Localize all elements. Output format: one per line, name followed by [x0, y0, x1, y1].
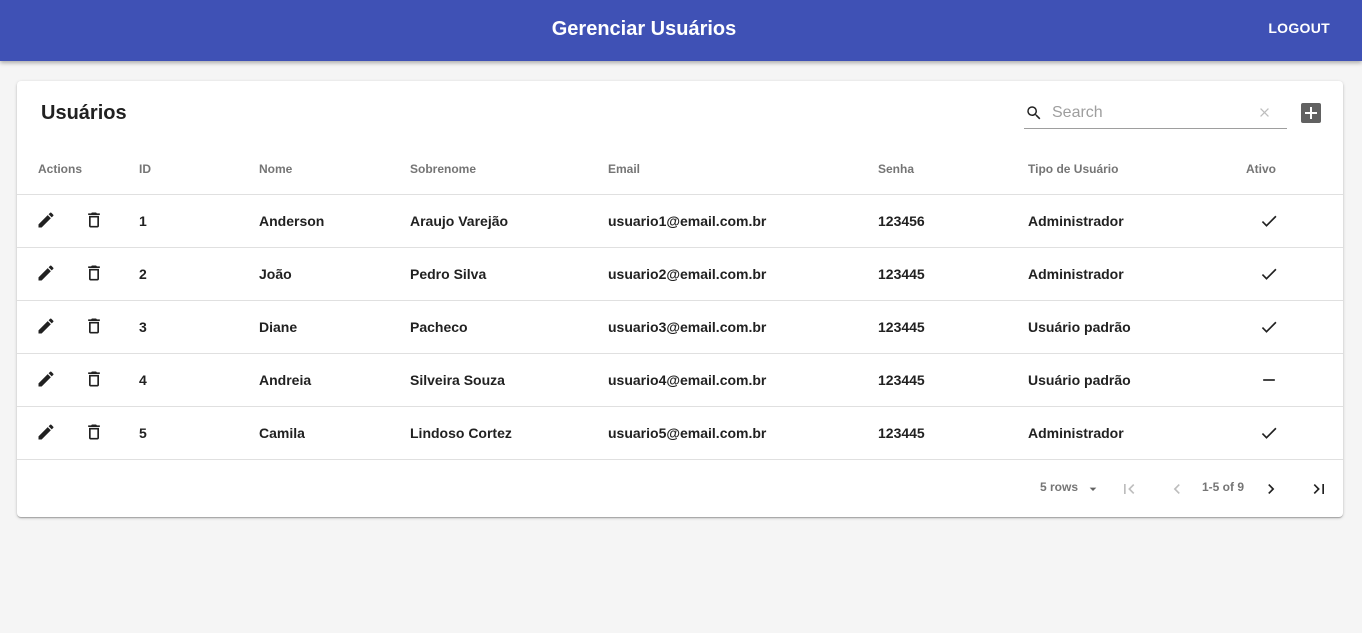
check-icon — [1261, 321, 1277, 333]
delete-icon[interactable] — [84, 422, 104, 442]
cell-senha: 123445 — [878, 425, 925, 441]
remove-icon — [1263, 379, 1275, 381]
cell-nome: Diane — [259, 319, 298, 335]
cell-nome: Anderson — [259, 213, 325, 229]
cell-id: 3 — [139, 319, 147, 335]
cell-senha: 123445 — [878, 372, 925, 388]
app-bar: Gerenciar Usuários LOGOUT — [0, 0, 1362, 61]
cell-senha: 123445 — [878, 319, 925, 335]
cell-email: usuario2@email.com.br — [608, 266, 767, 282]
table-pagination: 5 rows 1-5 of 9 — [17, 461, 1343, 517]
column-header-nome[interactable]: Nome — [259, 162, 292, 176]
search-icon — [1027, 106, 1041, 120]
chevron-left-icon[interactable] — [1167, 479, 1187, 499]
cell-nome: João — [259, 266, 292, 282]
edit-icon[interactable] — [36, 369, 56, 389]
app-title: Gerenciar Usuários — [551, 18, 737, 40]
table-header: Actions ID Nome Sobrenome Email Senha Ti… — [17, 148, 1343, 195]
clear-icon[interactable] — [1257, 105, 1272, 120]
delete-icon[interactable] — [84, 369, 104, 389]
column-header-email[interactable]: Email — [608, 162, 640, 176]
cell-id: 4 — [139, 372, 147, 388]
cell-id: 5 — [139, 425, 147, 441]
add-user-button[interactable] — [1301, 103, 1321, 123]
cell-sobrenome: Araujo Varejão — [410, 213, 509, 229]
cell-email: usuario5@email.com.br — [608, 425, 767, 441]
delete-icon[interactable] — [84, 263, 104, 283]
check-icon — [1261, 268, 1277, 280]
cell-nome: Camila — [259, 425, 305, 441]
column-header-tipo[interactable]: Tipo de Usuário — [1028, 162, 1118, 176]
edit-icon[interactable] — [36, 210, 56, 230]
first-page-icon[interactable] — [1119, 479, 1139, 499]
delete-icon[interactable] — [84, 210, 104, 230]
cell-nome: Andreia — [259, 372, 312, 388]
cell-email: usuario1@email.com.br — [608, 213, 767, 229]
check-icon — [1261, 427, 1277, 439]
column-header-ativo[interactable]: Ativo — [1246, 162, 1276, 176]
cell-tipo: Usuário padrão — [1028, 372, 1131, 388]
rows-per-page-select[interactable]: 5 rows — [1040, 480, 1078, 494]
arrow-drop-down-icon[interactable] — [1085, 481, 1101, 497]
table-title: Usuários — [41, 102, 127, 124]
table-row: 5 Camila Lindoso Cortez usuario5@email.c… — [17, 407, 1343, 460]
cell-id: 1 — [139, 213, 147, 229]
page-range: 1-5 of 9 — [1202, 480, 1245, 494]
cell-senha: 123456 — [878, 213, 925, 229]
cell-senha: 123445 — [878, 266, 925, 282]
users-table-card: Usuários Actions ID Nome Sobrenome Email… — [17, 81, 1343, 517]
search-input[interactable] — [1052, 101, 1252, 125]
table-row: 2 João Pedro Silva usuario2@email.com.br… — [17, 248, 1343, 301]
cell-sobrenome: Silveira Souza — [410, 372, 505, 388]
cell-sobrenome: Pacheco — [410, 319, 468, 335]
logout-button[interactable]: LOGOUT — [1268, 20, 1330, 36]
edit-icon[interactable] — [36, 263, 56, 283]
cell-tipo: Administrador — [1028, 213, 1124, 229]
cell-email: usuario4@email.com.br — [608, 372, 767, 388]
delete-icon[interactable] — [84, 316, 104, 336]
edit-icon[interactable] — [36, 422, 56, 442]
cell-tipo: Administrador — [1028, 425, 1124, 441]
cell-sobrenome: Pedro Silva — [410, 266, 487, 282]
add-box-icon — [1305, 107, 1317, 119]
chevron-right-icon[interactable] — [1261, 479, 1281, 499]
cell-tipo: Administrador — [1028, 266, 1124, 282]
column-header-id[interactable]: ID — [139, 162, 151, 176]
table-row: 4 Andreia Silveira Souza usuario4@email.… — [17, 354, 1343, 407]
cell-tipo: Usuário padrão — [1028, 319, 1131, 335]
column-header-senha[interactable]: Senha — [878, 162, 914, 176]
cell-id: 2 — [139, 266, 147, 282]
edit-icon[interactable] — [36, 316, 56, 336]
search-field — [1024, 97, 1287, 129]
cell-sobrenome: Lindoso Cortez — [410, 425, 512, 441]
column-header-sobrenome[interactable]: Sobrenome — [410, 162, 476, 176]
column-header-actions: Actions — [38, 162, 83, 176]
last-page-icon[interactable] — [1309, 479, 1329, 499]
cell-email: usuario3@email.com.br — [608, 319, 767, 335]
table-row: 1 Anderson Araujo Varejão usuario1@email… — [17, 195, 1343, 248]
check-icon — [1261, 215, 1277, 227]
table-row: 3 Diane Pacheco usuario3@email.com.br 12… — [17, 301, 1343, 354]
